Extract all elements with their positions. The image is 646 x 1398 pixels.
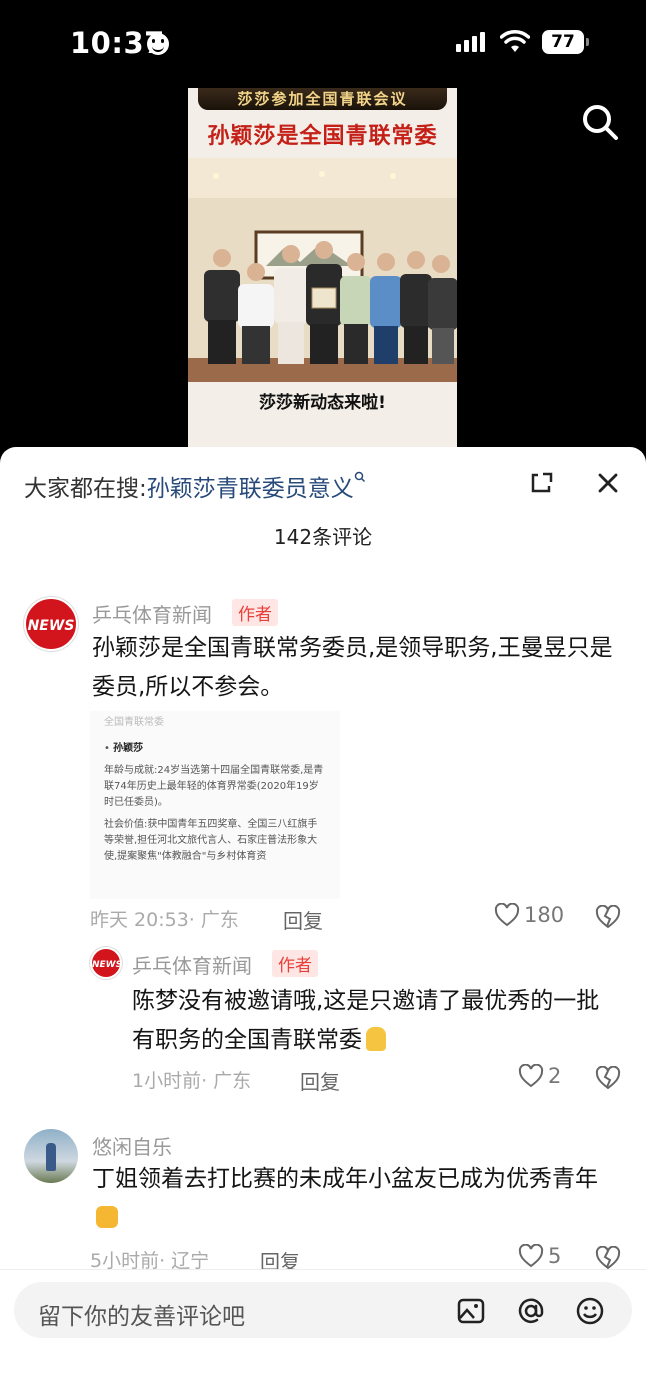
comment-count: 142条评论: [273, 525, 373, 549]
comment-location: · 广东: [188, 909, 239, 931]
comment-username[interactable]: 乒乓体育新闻: [92, 599, 212, 628]
broken-heart-icon[interactable]: [595, 905, 621, 929]
like-count: 2: [548, 1064, 562, 1088]
like-button[interactable]: 180: [494, 903, 564, 927]
heart-icon: [494, 903, 520, 927]
comment-text: 孙颖莎是全国青联常务委员,是领导职务,王曼昱只是委员,所以不参会。: [92, 635, 613, 700]
comment-input[interactable]: 留下你的友善评论吧: [14, 1282, 632, 1338]
video-caption: 莎莎新动态来啦!: [259, 393, 386, 413]
reply-meta: 1小时前· 广东: [132, 1066, 251, 1093]
author-badge: 作者: [272, 950, 318, 977]
close-icon[interactable]: [594, 469, 622, 497]
comment-image[interactable]: 全国青联常委 • 孙颖莎 年龄与成就:24岁当选第十四届全国青联常委,是青联74…: [90, 711, 340, 899]
reply-location: · 广东: [201, 1070, 252, 1092]
wifi-icon: [500, 30, 530, 52]
comment-username[interactable]: 悠闲自乐: [92, 1131, 172, 1160]
emoji-icon[interactable]: [575, 1296, 605, 1326]
heart-icon: [518, 1244, 544, 1268]
like-count: 180: [524, 903, 565, 927]
heart-icon: [518, 1064, 544, 1088]
video-headline: 孙颖莎是全国青联常委: [207, 124, 438, 149]
broken-heart-icon[interactable]: [595, 1066, 621, 1090]
like-count: 5: [548, 1244, 562, 1268]
search-hint-keyword[interactable]: 孙颖莎青联委员意义: [147, 476, 354, 502]
search-icon[interactable]: [580, 102, 620, 142]
face-icon: [147, 33, 169, 55]
thumbs-up-icon: [366, 1027, 386, 1051]
avatar[interactable]: NEWS: [90, 947, 122, 979]
comment-time: 昨天 20:53: [90, 909, 189, 931]
thumbs-up-icon: [96, 1206, 118, 1228]
like-button[interactable]: 2: [518, 1064, 561, 1088]
comment-input-placeholder: 留下你的友善评论吧: [38, 1304, 245, 1330]
reply-username[interactable]: 乒乓体育新闻: [132, 950, 252, 979]
comment-image-line: 社会价值:获中国青年五四奖章、全国三八红旗手等荣誉,担任河北文旅代言人、石家庄普…: [104, 819, 318, 862]
group-photo: [188, 158, 457, 382]
author-badge: 作者: [232, 599, 278, 626]
search-small-icon: [354, 471, 365, 483]
search-hint-prefix: 大家都在搜:: [24, 476, 147, 502]
reply-text: 陈梦没有被邀请哦,这是只邀请了最优秀的一批有职务的全国青联常委: [132, 988, 600, 1053]
expand-icon[interactable]: [529, 470, 555, 496]
status-bar: 10:37 77: [0, 0, 646, 90]
reply-button[interactable]: 回复: [300, 1066, 340, 1095]
reply-time: 1小时前: [132, 1070, 202, 1092]
comment-text: 丁姐领着去打比赛的未成年小盆友已成为优秀青年: [92, 1160, 622, 1238]
avatar[interactable]: NEWS: [24, 597, 78, 651]
search-hint[interactable]: 大家都在搜:孙颖莎青联委员意义: [24, 469, 366, 503]
video-banner: 莎莎参加全国青联会议: [198, 88, 447, 110]
comment-sheet: 大家都在搜:孙颖莎青联委员意义 142条评论 NEWS 乒乓体育新闻 作者 孙颖…: [0, 447, 646, 1398]
like-button[interactable]: 5: [518, 1244, 561, 1268]
comment-image-line: 年龄与成就:24岁当选第十四届全国青联常委,是青联74年历史上最年轻的体育界常委…: [104, 765, 324, 808]
avatar[interactable]: [24, 1129, 78, 1183]
at-icon[interactable]: [516, 1296, 546, 1326]
battery-indicator: 77: [542, 30, 589, 54]
comment-input-bar: 留下你的友善评论吧: [0, 1269, 646, 1398]
video-player[interactable]: 莎莎参加全国青联会议 孙颖莎是全国青联常委 莎莎新动态来啦!: [188, 88, 457, 450]
comment-image-name: 孙颖莎: [113, 743, 144, 754]
comment-image-title: 全国青联常委: [104, 717, 164, 728]
comment-meta: 昨天 20:53· 广东: [90, 905, 239, 932]
signal-icon: [456, 32, 485, 52]
reply-button[interactable]: 回复: [283, 905, 323, 934]
image-icon[interactable]: [456, 1296, 486, 1326]
broken-heart-icon[interactable]: [595, 1246, 621, 1270]
